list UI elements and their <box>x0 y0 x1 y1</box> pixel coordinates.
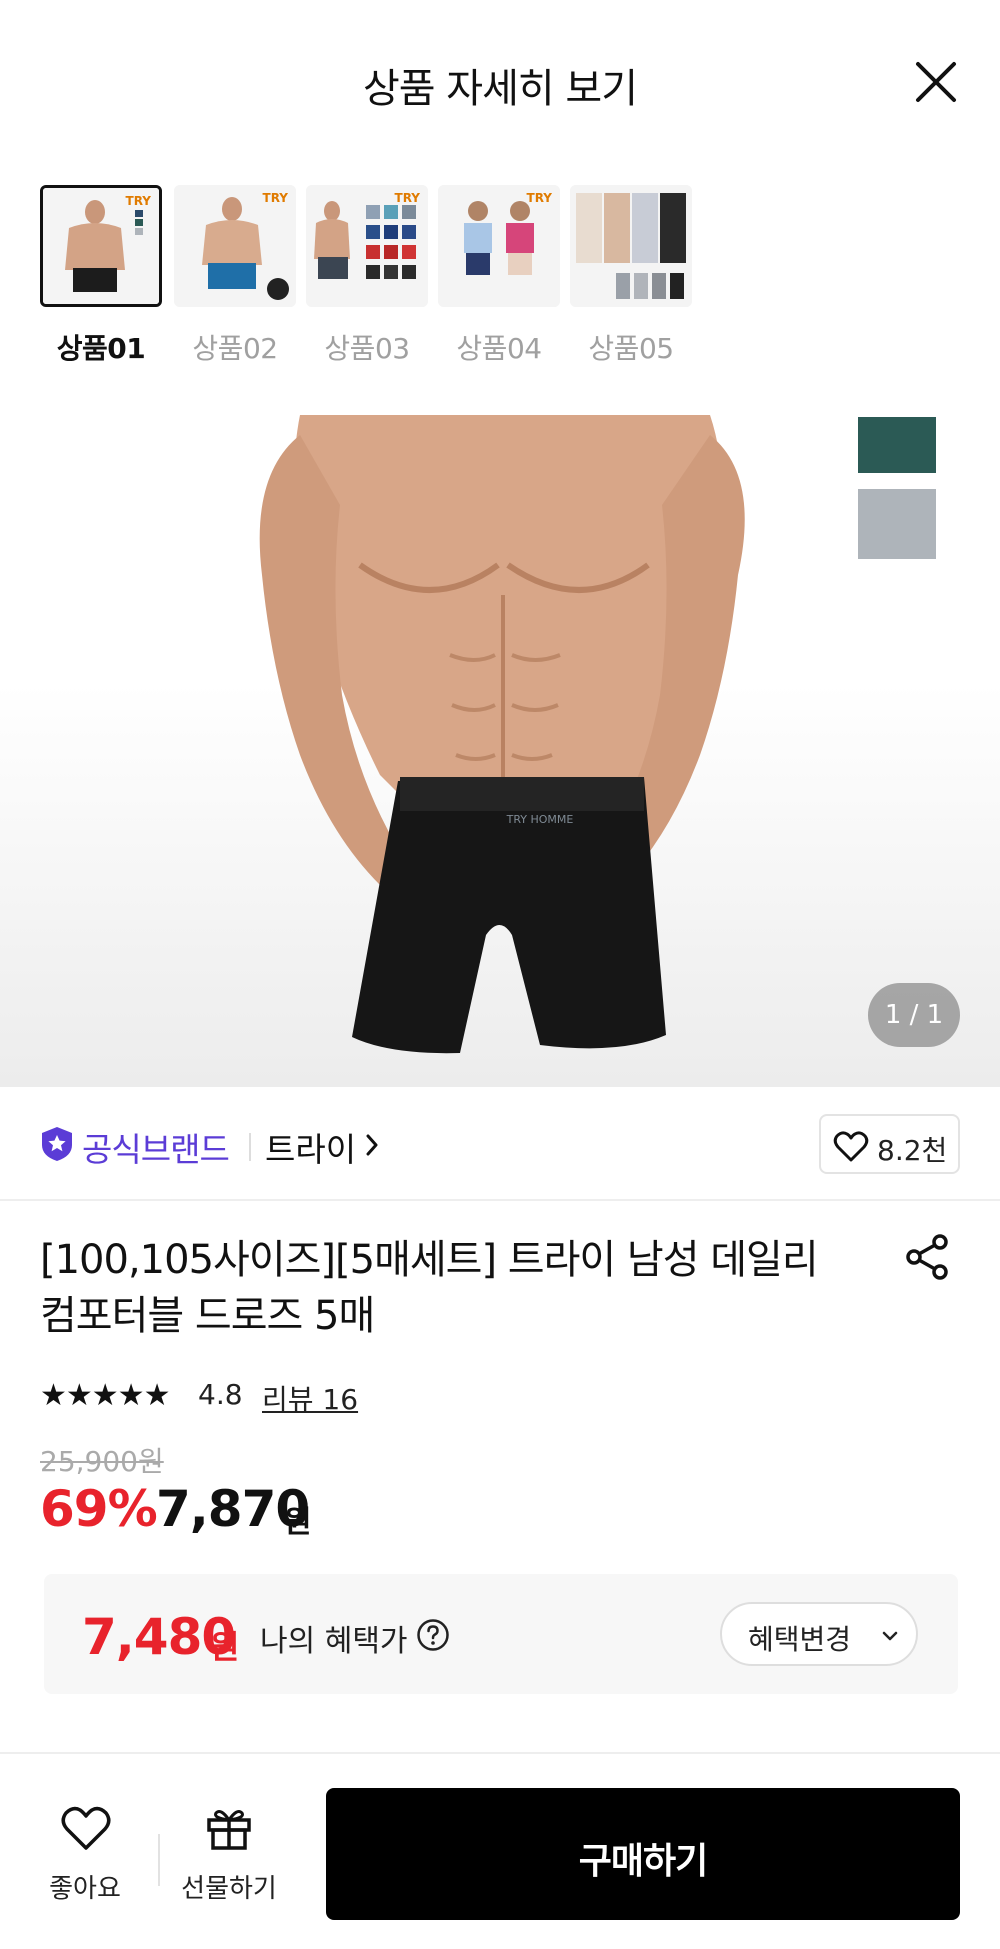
help-icon[interactable] <box>416 1618 450 1652</box>
close-icon <box>916 62 956 102</box>
rating-row: ★★★★★ 4.8 리뷰 16 <box>40 1376 540 1416</box>
thumbnail-product-03[interactable]: TRY 상품03 <box>306 185 428 367</box>
waistband-text: TRY HOMME <box>506 813 574 826</box>
gift-label: 선물하기 <box>181 1874 277 1904</box>
color-swatch-green <box>858 417 936 473</box>
color-swatch-gray <box>858 489 936 559</box>
thumbnail-badge: TRY <box>526 191 552 205</box>
thumbnail-product-04[interactable]: TRY 상품04 <box>438 185 560 367</box>
brand-like-button[interactable]: 8.2천 <box>819 1114 960 1174</box>
review-link[interactable]: 리뷰 16 <box>262 1378 358 1418</box>
image-counter: 1 / 1 <box>868 983 960 1047</box>
thumbnail-product-05[interactable]: 상품05 <box>570 185 692 367</box>
original-price: 25,900원 <box>40 1445 164 1478</box>
brand-row: 공식브랜드 트라이 8.2천 <box>0 1087 1000 1201</box>
discount-rate: 69% <box>40 1480 158 1538</box>
thumbnail-badge: TRY <box>125 194 151 208</box>
star-rating-icon: ★★★★★ <box>40 1378 170 1413</box>
header: 상품 자세히 보기 <box>0 0 1000 165</box>
buy-button[interactable]: 구매하기 <box>326 1788 960 1920</box>
thumbnail-image: TRY <box>306 185 428 307</box>
thumbnail-badge: TRY <box>262 191 288 205</box>
gift-icon <box>207 1810 251 1850</box>
chevron-right-icon <box>366 1134 378 1156</box>
thumbnail-image: TRY <box>174 185 296 307</box>
thumbnail-label: 상품01 <box>56 332 146 365</box>
product-title: [100,105사이즈][5매세트] 트라이 남성 데일리 컴포터블 드로즈 5… <box>40 1232 860 1344</box>
product-title-line-1: [100,105사이즈][5매세트] 트라이 남성 데일리 <box>40 1237 819 1283</box>
like-label: 좋아요 <box>49 1874 121 1904</box>
divider <box>249 1133 251 1161</box>
benefit-price-label: 나의 혜택가 <box>260 1624 408 1659</box>
gift-button[interactable]: 선물하기 <box>176 1804 282 1904</box>
thumbnail-image: TRY <box>438 185 560 307</box>
brand-like-count: 8.2천 <box>877 1134 948 1167</box>
thumbnail-badge: TRY <box>394 191 420 205</box>
product-main-image[interactable]: TRY HOMME 1 / 1 <box>0 415 1000 1087</box>
rating-value: 4.8 <box>198 1378 243 1411</box>
thumbnail-label: 상품02 <box>192 332 278 365</box>
like-button[interactable]: 좋아요 <box>40 1804 130 1904</box>
bottom-action-bar: 좋아요 선물하기 구매하기 <box>0 1752 1000 1949</box>
heart-icon <box>833 1131 869 1162</box>
close-button[interactable] <box>910 56 962 108</box>
share-icon <box>906 1234 948 1280</box>
divider <box>158 1834 160 1886</box>
thumbnail-product-02[interactable]: TRY 상품02 <box>174 185 296 367</box>
product-title-line-2: 컴포터블 드로즈 5매 <box>40 1293 375 1339</box>
official-brand-label[interactable]: 공식브랜드 <box>82 1123 230 1171</box>
thumbnail-label: 상품05 <box>588 332 674 365</box>
product-photo: TRY HOMME <box>259 415 745 1054</box>
buy-label: 구매하기 <box>578 1841 708 1882</box>
thumbnail-label: 상품04 <box>456 332 542 365</box>
thumbnail-product-01[interactable]: TRY 상품01 <box>40 185 162 367</box>
benefit-price-box: 7,480 원 나의 혜택가 혜택변경 <box>44 1574 958 1694</box>
change-benefit-button[interactable]: 혜택변경 <box>720 1602 918 1666</box>
thumbnail-image <box>570 185 692 307</box>
thumbnail-strip: TRY 상품01 TRY 상품02 TRY 상품03 TRY 상품04 상품05 <box>40 185 960 365</box>
benefit-price-unit: 원 <box>210 1628 240 1666</box>
official-brand-badge-icon <box>42 1127 72 1161</box>
sale-price-unit: 원 <box>284 1505 312 1540</box>
page-title: 상품 자세히 보기 <box>362 66 638 112</box>
thumbnail-label: 상품03 <box>324 332 410 365</box>
heart-icon <box>61 1806 111 1850</box>
thumbnail-image: TRY <box>40 185 162 307</box>
share-button[interactable] <box>902 1232 952 1282</box>
brand-name-link[interactable]: 트라이 <box>265 1123 356 1171</box>
chevron-down-icon <box>882 1631 898 1641</box>
change-benefit-label: 혜택변경 <box>748 1623 852 1656</box>
